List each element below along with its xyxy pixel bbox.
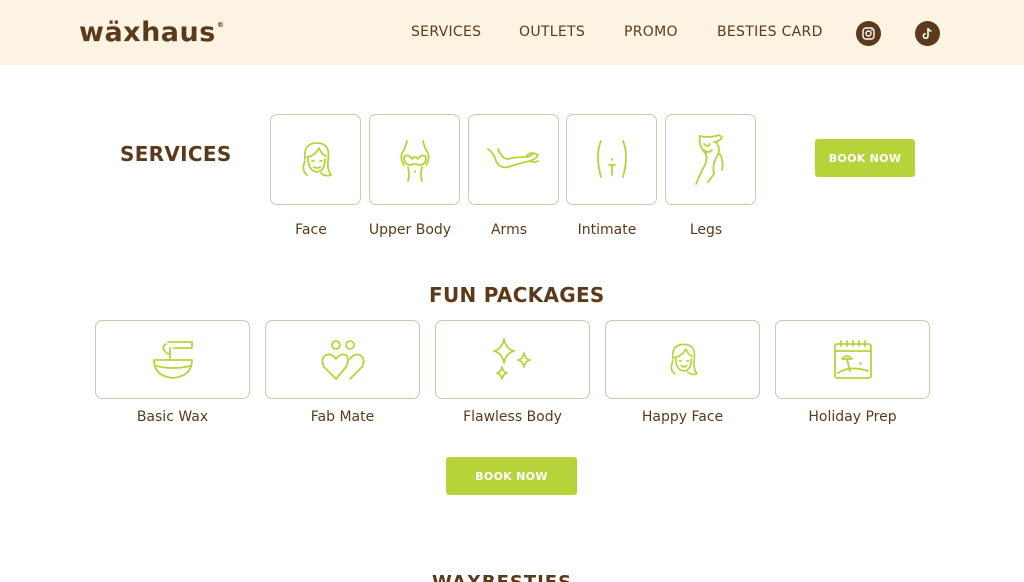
face-icon [670, 343, 698, 375]
package-tile-basic-wax[interactable] [95, 320, 250, 399]
package-label-holiday-prep: Holiday Prep [808, 409, 897, 425]
arms-icon [486, 147, 539, 168]
intimate-icon [596, 139, 627, 178]
nav-promo[interactable]: PROMO [624, 24, 678, 40]
package-tile-fab-mate[interactable] [265, 320, 420, 399]
package-tile-happy-face[interactable] [605, 320, 760, 399]
sparkles-icon [492, 337, 531, 380]
service-tile-intimate[interactable] [566, 114, 657, 205]
service-label-legs: Legs [689, 222, 723, 238]
package-label-flawless-body: Flawless Body [463, 409, 562, 425]
upper-body-icon [399, 139, 430, 182]
services-title: SERVICES [120, 142, 232, 166]
legs-icon [694, 133, 724, 185]
nav-besties-card[interactable]: BESTIES CARD [717, 24, 823, 40]
service-tile-upper-body[interactable] [369, 114, 460, 205]
package-tile-flawless-body[interactable] [435, 320, 590, 399]
calendar-beach-icon [833, 339, 872, 379]
service-tile-face[interactable] [270, 114, 361, 205]
waxbesties-section-title: WAXBESTIES [432, 572, 572, 582]
package-label-basic-wax: Basic Wax [136, 409, 209, 425]
site-header: wäxhaus ® SERVICES OUTLETS PROMO BESTIES … [0, 0, 1024, 65]
package-label-happy-face: Happy Face [641, 409, 724, 425]
waxhaus-logo[interactable]: wäxhaus ® [79, 14, 224, 50]
nav-services[interactable]: SERVICES [411, 24, 481, 40]
services-book-now-button[interactable]: BOOK NOW [815, 139, 915, 177]
nav-outlets[interactable]: OUTLETS [519, 24, 585, 40]
packages-title: FUN PACKAGES [429, 283, 605, 307]
registered-mark: ® [216, 21, 225, 29]
service-tile-legs[interactable] [665, 114, 756, 205]
instagram-icon[interactable] [856, 21, 881, 46]
packages-book-now-button[interactable]: BOOK NOW [446, 457, 577, 495]
package-tile-holiday-prep[interactable] [775, 320, 930, 399]
wax-bowl-icon [152, 340, 193, 379]
tiktok-icon[interactable] [915, 21, 940, 46]
package-label-fab-mate: Fab Mate [310, 409, 375, 425]
logo-text: wäxhaus [79, 16, 216, 48]
hearts-icon [321, 339, 364, 380]
service-tile-arms[interactable] [468, 114, 559, 205]
face-icon [302, 141, 332, 177]
